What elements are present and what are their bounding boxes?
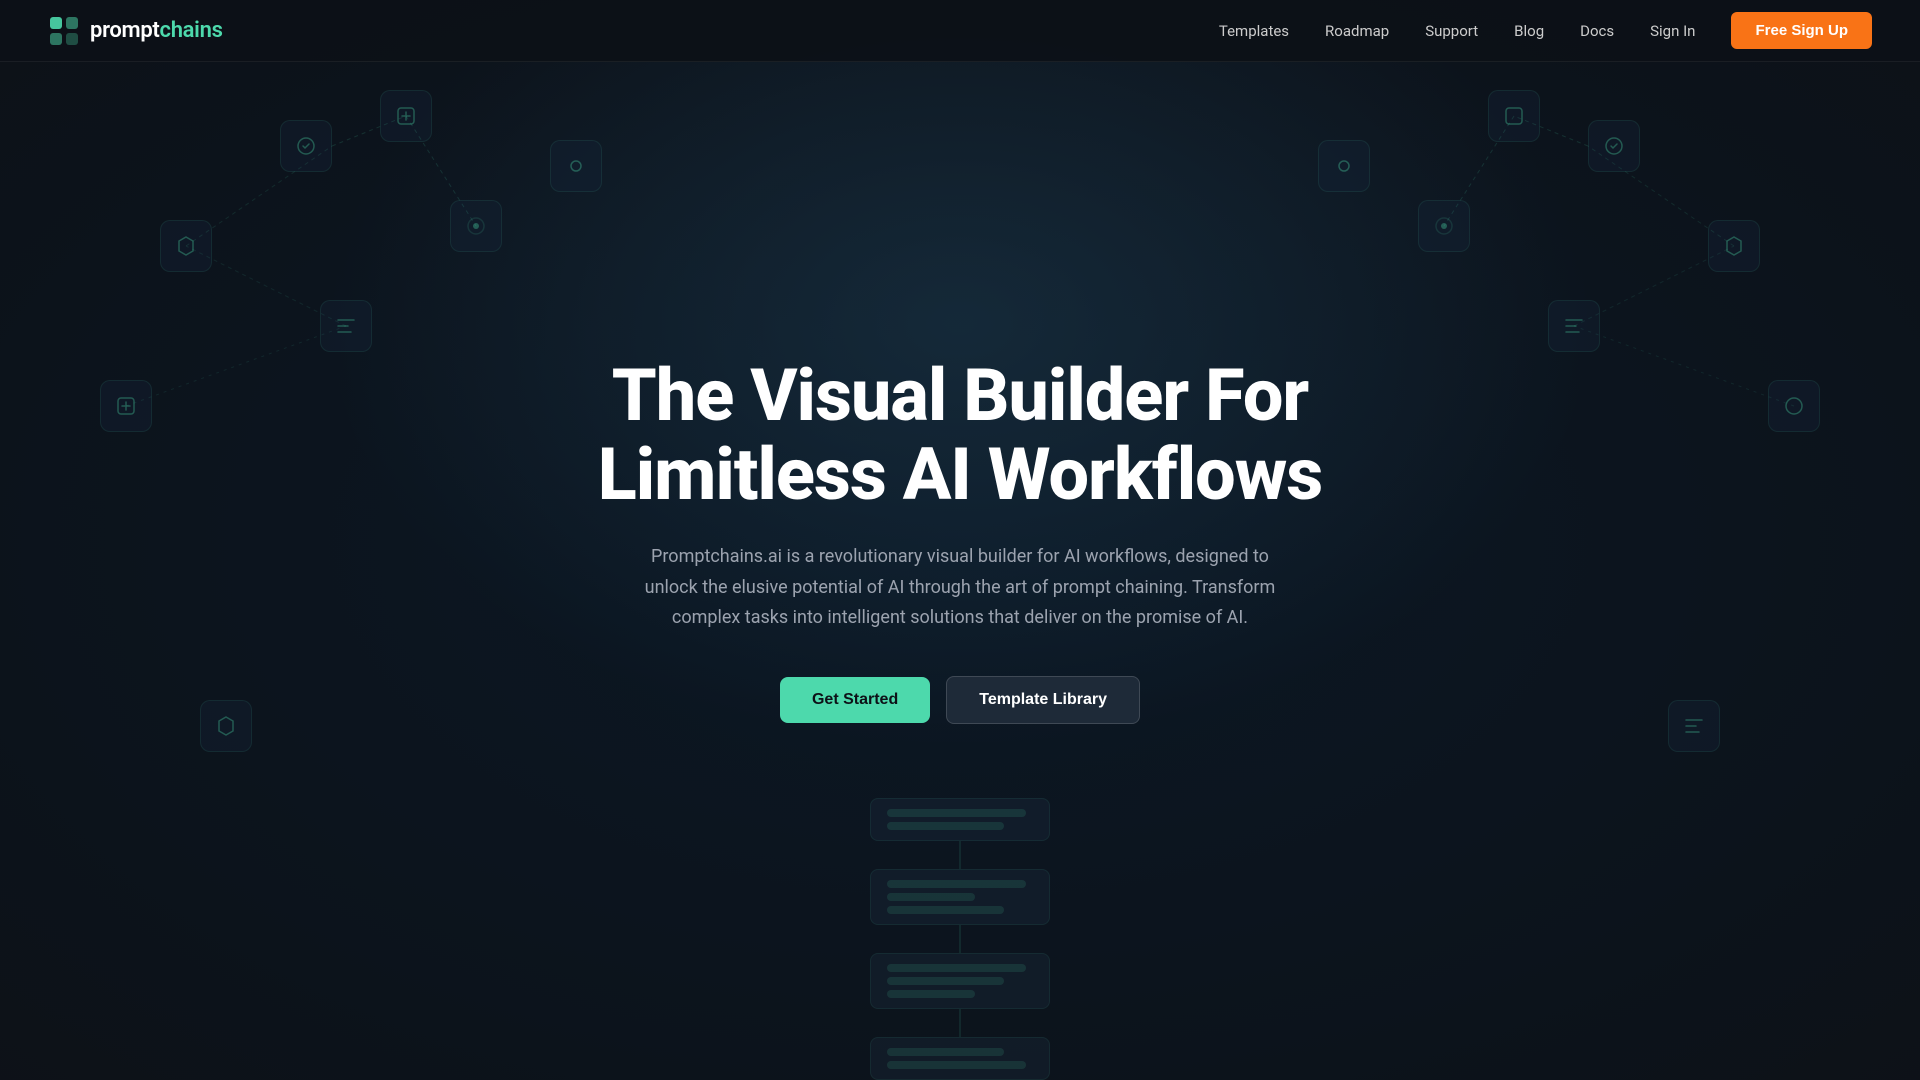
- bar: [887, 964, 1026, 972]
- workflow-node-2: [870, 869, 1050, 925]
- nav-docs[interactable]: Docs: [1580, 22, 1614, 40]
- hero-cta-group: Get Started Template Library: [598, 676, 1322, 724]
- hero-title: The Visual Builder For Limitless AI Work…: [598, 356, 1322, 514]
- workflow-node-3: [870, 953, 1050, 1009]
- logo-text: promptchains: [90, 18, 223, 43]
- nav-templates[interactable]: Templates: [1219, 22, 1289, 40]
- nav-roadmap[interactable]: Roadmap: [1325, 22, 1389, 40]
- navbar: promptchains Templates Roadmap Support B…: [0, 0, 1920, 62]
- bar: [887, 977, 1004, 985]
- template-library-button[interactable]: Template Library: [946, 676, 1140, 724]
- bar: [887, 1048, 1004, 1056]
- hero-content: The Visual Builder For Limitless AI Work…: [558, 356, 1362, 724]
- bar: [887, 1061, 1026, 1069]
- free-signup-button[interactable]: Free Sign Up: [1731, 12, 1872, 49]
- nav-support[interactable]: Support: [1425, 22, 1478, 40]
- bar: [887, 990, 975, 998]
- logo[interactable]: promptchains: [48, 15, 223, 47]
- workflow-connector: [959, 925, 961, 953]
- bar: [887, 822, 1004, 830]
- workflow-connector: [959, 841, 961, 869]
- workflow-connector: [959, 1009, 961, 1037]
- hero-section: The Visual Builder For Limitless AI Work…: [0, 0, 1920, 1080]
- bar: [887, 880, 1026, 888]
- nav-blog[interactable]: Blog: [1514, 22, 1544, 40]
- hero-subtitle: Promptchains.ai is a revolutionary visua…: [640, 542, 1280, 634]
- bar: [887, 906, 1004, 914]
- workflow-node-1: [870, 798, 1050, 841]
- bar: [887, 809, 1026, 817]
- logo-icon: [48, 15, 80, 47]
- workflow-preview: [620, 798, 1300, 1080]
- nav-signin[interactable]: Sign In: [1650, 22, 1695, 40]
- get-started-button[interactable]: Get Started: [780, 677, 930, 723]
- workflow-node-4: [870, 1037, 1050, 1080]
- nav-links: Templates Roadmap Support Blog Docs Sign…: [1219, 12, 1872, 49]
- bar: [887, 893, 975, 901]
